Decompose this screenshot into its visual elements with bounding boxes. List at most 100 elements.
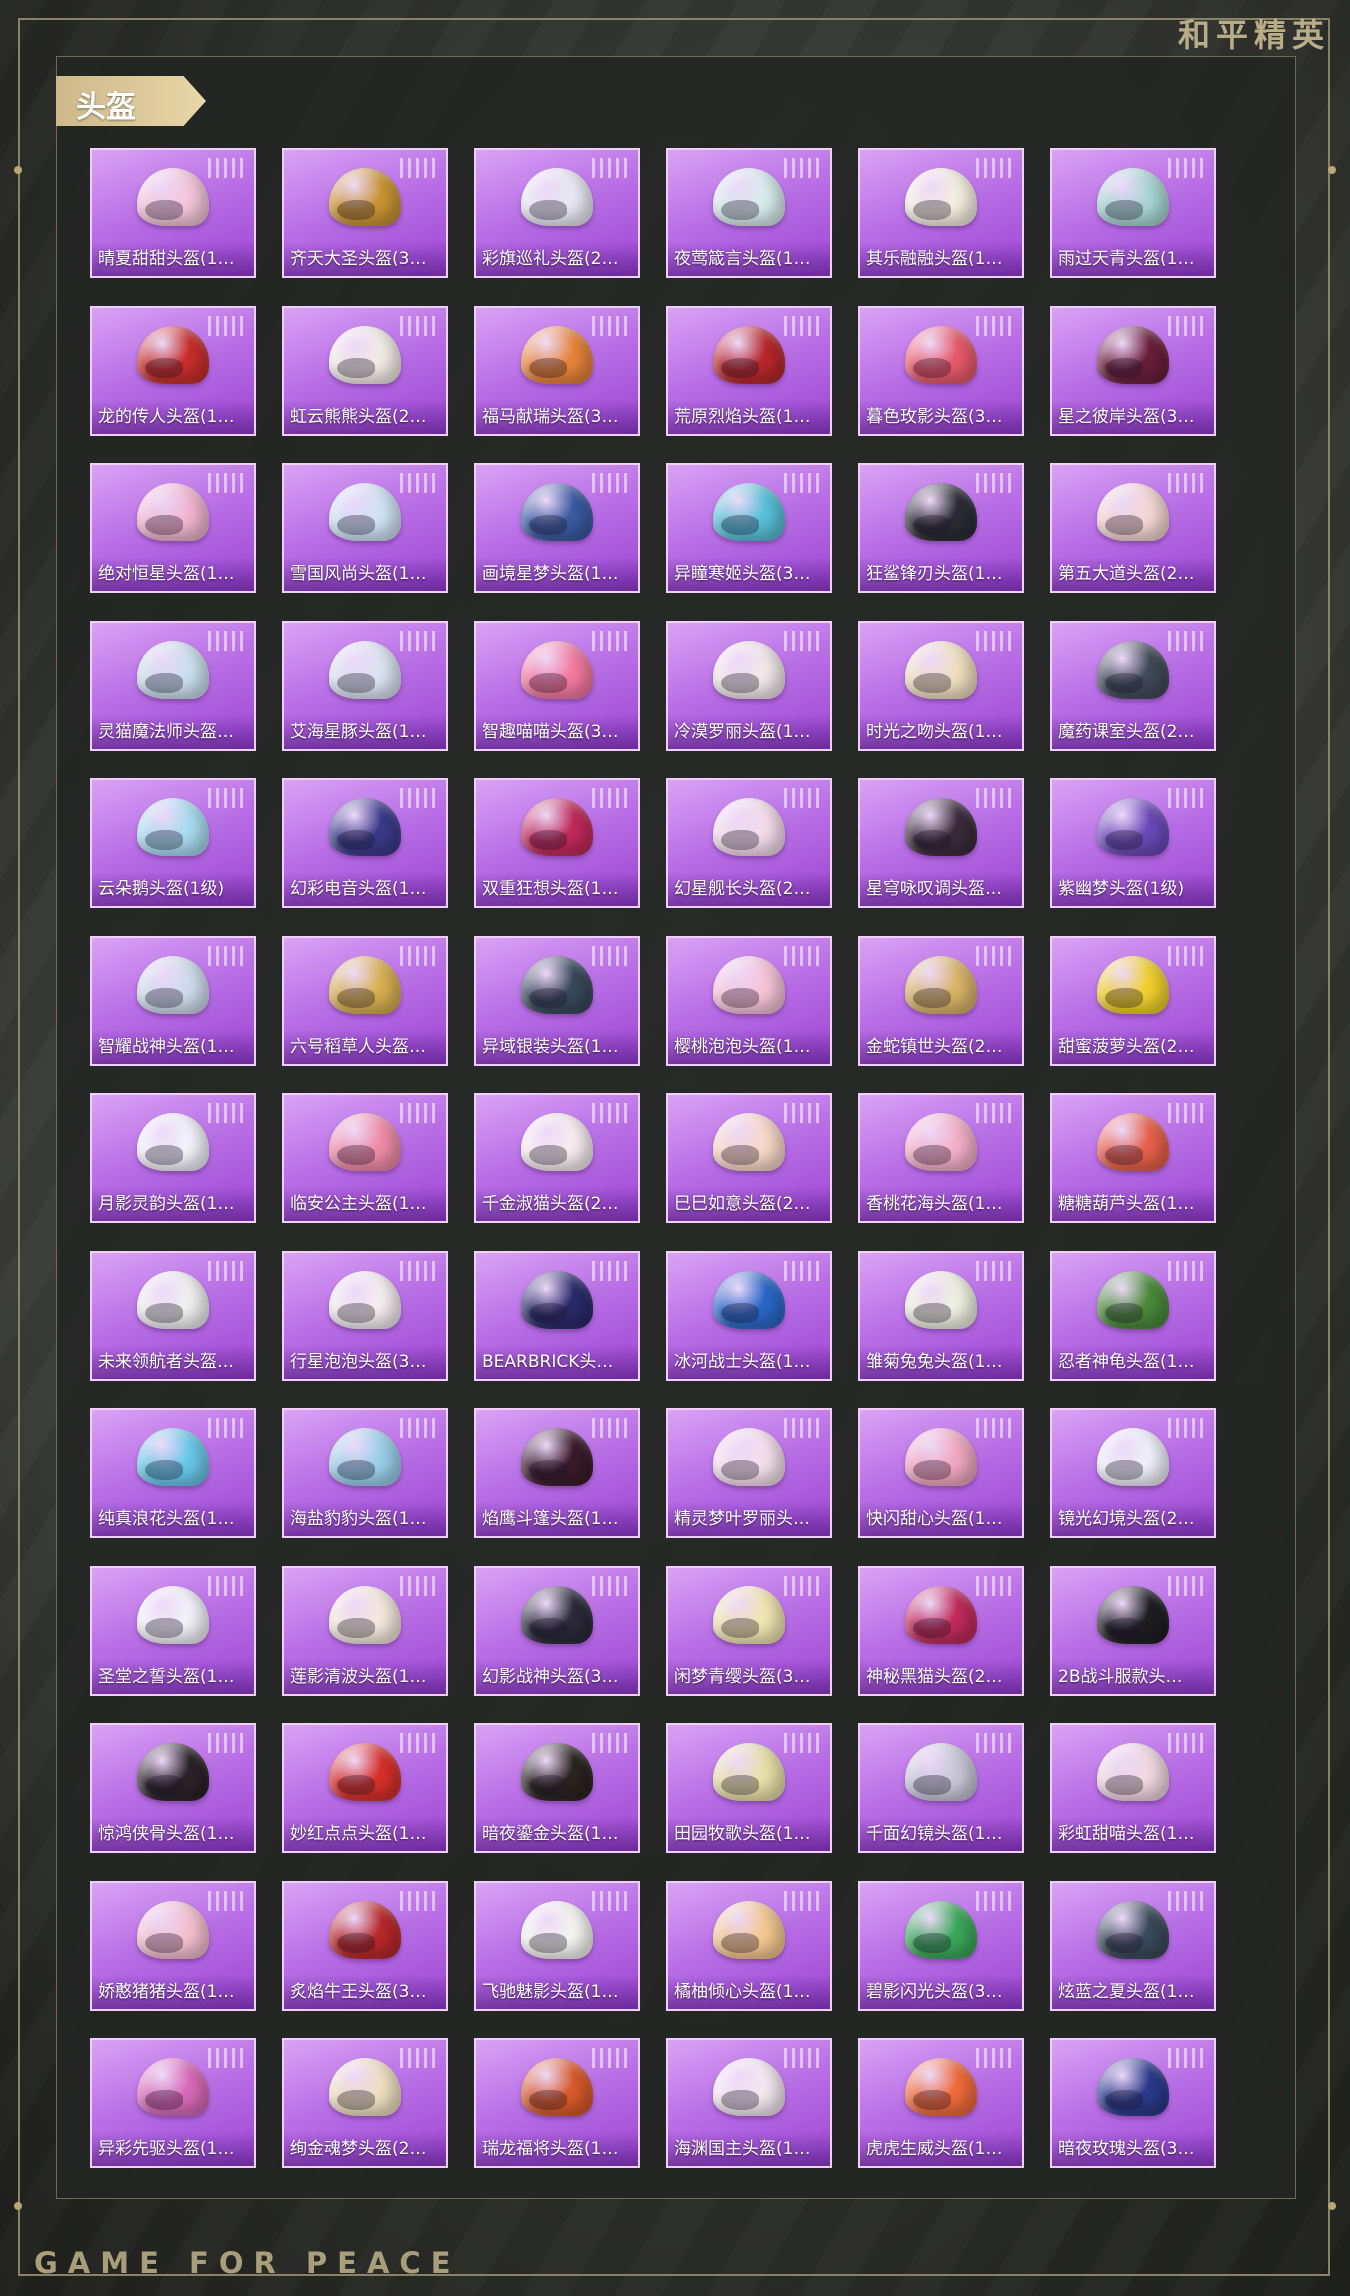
helmet-icon (905, 955, 977, 1014)
helmet-card[interactable]: 云朵鹅头盔(1级) (90, 778, 256, 908)
helmet-card[interactable]: 精灵梦叶罗丽头… (666, 1408, 832, 1538)
helmet-card[interactable]: 绝对恒星头盔(1… (90, 463, 256, 593)
helmet-card[interactable]: 田园牧歌头盔(1… (666, 1723, 832, 1853)
helmet-card[interactable]: 异域银装头盔(1… (474, 935, 640, 1066)
helmet-card[interactable]: 千面幻镜头盔(1… (858, 1723, 1024, 1853)
helmet-card[interactable]: BEARBRICK头… (474, 1250, 640, 1381)
helmet-card[interactable]: 画境星梦头盔(1… (474, 463, 640, 593)
rarity-stripes (976, 630, 1012, 651)
helmet-card[interactable]: 炫蓝之夏头盔(1… (1050, 1880, 1216, 2011)
helmet-card[interactable]: 金蛇镇世头盔(2… (858, 935, 1024, 1066)
helmet-card[interactable]: 暗夜鎏金头盔(1… (474, 1723, 640, 1853)
helmet-card[interactable]: 莲影清波头盔(1… (282, 1565, 448, 1696)
helmet-card[interactable]: 异瞳寒姬头盔(3… (666, 463, 832, 593)
helmet-card[interactable]: 其乐融融头盔(1… (858, 148, 1024, 278)
helmet-card[interactable]: 艾海星豚头盔(1… (282, 620, 448, 751)
helmet-card[interactable]: 龙的传人头盔(1… (90, 305, 256, 436)
helmet-card[interactable]: 行星泡泡头盔(3… (282, 1250, 448, 1381)
helmet-card[interactable]: 焰鹰斗篷头盔(1… (474, 1408, 640, 1538)
helmet-card[interactable]: 海盐豹豹头盔(1… (282, 1408, 448, 1538)
helmet-card[interactable]: 碧影闪光头盔(3… (858, 1880, 1024, 2011)
helmet-card[interactable]: 纯真浪花头盔(1… (90, 1408, 256, 1538)
helmet-card[interactable]: 海渊国主头盔(1… (666, 2038, 832, 2168)
helmet-card[interactable]: 未来领航者头盔… (90, 1250, 256, 1381)
helmet-icon (1097, 2058, 1169, 2116)
helmet-card[interactable]: 冰河战士头盔(1… (666, 1250, 832, 1381)
helmet-name: 碧影闪光头盔(3… (860, 1974, 1022, 2009)
helmet-icon (329, 325, 401, 384)
helmet-card[interactable]: 雪国风尚头盔(1… (282, 463, 448, 593)
helmet-card[interactable]: 瑞龙福将头盔(1… (474, 2038, 640, 2168)
helmet-card[interactable]: 六号稻草人头盔… (282, 935, 448, 1066)
helmet-card[interactable]: 暮色玫影头盔(3… (858, 305, 1024, 436)
helmet-card[interactable]: 幻彩电音头盔(1… (282, 778, 448, 908)
helmet-card[interactable]: 虎虎生威头盔(1… (858, 2038, 1024, 2168)
helmet-card[interactable]: 惊鸿侠骨头盔(1… (90, 1723, 256, 1853)
rarity-stripes (400, 630, 436, 651)
rarity-stripes (208, 1418, 244, 1438)
helmet-card[interactable]: 神秘黑猫头盔(2… (858, 1565, 1024, 1696)
helmet-card[interactable]: 智趣喵喵头盔(3… (474, 620, 640, 751)
rarity-stripes (400, 473, 436, 493)
helmet-card[interactable]: 双重狂想头盔(1… (474, 778, 640, 908)
helmet-card[interactable]: 临安公主头盔(1… (282, 1093, 448, 1223)
frame-dot-bottom-left (14, 2202, 22, 2210)
helmet-card[interactable]: 雨过天青头盔(1… (1050, 148, 1216, 278)
helmet-card[interactable]: 时光之吻头盔(1… (858, 620, 1024, 751)
helmet-card[interactable]: 冷漠罗丽头盔(1… (666, 620, 832, 751)
helmet-card[interactable]: 忍者神龟头盔(1… (1050, 1250, 1216, 1381)
helmet-card[interactable]: 绚金魂梦头盔(2… (282, 2038, 448, 2168)
helmet-card[interactable]: 2B战斗服款头… (1050, 1565, 1216, 1696)
helmet-card[interactable]: 晴夏甜甜头盔(1… (90, 148, 256, 278)
helmet-card[interactable]: 彩旗巡礼头盔(2… (474, 148, 640, 278)
rarity-stripes (784, 1890, 820, 1911)
rarity-stripes (976, 315, 1012, 336)
section-tag: 头盔 (56, 76, 206, 126)
rarity-stripes (1168, 945, 1204, 966)
helmet-icon (713, 168, 785, 226)
helmet-card[interactable]: 巳巳如意头盔(2… (666, 1093, 832, 1223)
helmet-card[interactable]: 幻影战神头盔(3… (474, 1565, 640, 1696)
helmet-card[interactable]: 月影灵韵头盔(1… (90, 1093, 256, 1223)
helmet-card[interactable]: 彩虹甜喵头盔(1… (1050, 1723, 1216, 1853)
helmet-card[interactable]: 香桃花海头盔(1… (858, 1093, 1024, 1223)
helmet-card[interactable]: 福马献瑞头盔(3… (474, 305, 640, 436)
helmet-card[interactable]: 炙焰牛王头盔(3… (282, 1880, 448, 2011)
helmet-name: 智趣喵喵头盔(3… (476, 714, 638, 749)
helmet-card[interactable]: 闲梦青缨头盔(3… (666, 1565, 832, 1696)
helmet-card[interactable]: 飞驰魅影头盔(1… (474, 1880, 640, 2011)
helmet-card[interactable]: 智耀战神头盔(1… (90, 935, 256, 1066)
helmet-card[interactable]: 星穹咏叹调头盔… (858, 778, 1024, 908)
helmet-card[interactable]: 齐天大圣头盔(3… (282, 148, 448, 278)
helmet-card[interactable]: 快闪甜心头盔(1… (858, 1408, 1024, 1538)
helmet-card[interactable]: 狂鲨锋刃头盔(1… (858, 463, 1024, 593)
helmet-card[interactable]: 灵猫魔法师头盔… (90, 620, 256, 751)
helmet-card[interactable]: 娇憨猪猪头盔(1… (90, 1880, 256, 2011)
helmet-card[interactable]: 千金淑猫头盔(2… (474, 1093, 640, 1223)
frame-dot-left (14, 166, 22, 174)
helmet-card[interactable]: 甜蜜菠萝头盔(2… (1050, 935, 1216, 1066)
helmet-name: 艾海星豚头盔(1… (284, 714, 446, 749)
rarity-stripes (976, 473, 1012, 493)
helmet-card[interactable]: 虹云熊熊头盔(2… (282, 305, 448, 436)
helmet-card[interactable]: 幻星舰长头盔(2… (666, 778, 832, 908)
helmet-card[interactable]: 橘柚倾心头盔(1… (666, 1880, 832, 2011)
helmet-card[interactable]: 镜光幻境头盔(2… (1050, 1408, 1216, 1538)
helmet-card[interactable]: 紫幽梦头盔(1级) (1050, 778, 1216, 908)
helmet-card[interactable]: 糖糖葫芦头盔(1… (1050, 1093, 1216, 1223)
helmet-card[interactable]: 夜莺箴言头盔(1… (666, 148, 832, 278)
rarity-stripes (592, 945, 628, 966)
helmet-card[interactable]: 雏菊兔兔头盔(1… (858, 1250, 1024, 1381)
helmet-name: 星穹咏叹调头盔… (860, 872, 1022, 906)
helmet-card[interactable]: 异彩先驱头盔(1… (90, 2038, 256, 2168)
helmet-card[interactable]: 第五大道头盔(2… (1050, 463, 1216, 593)
helmet-card[interactable]: 星之彼岸头盔(3… (1050, 305, 1216, 436)
helmet-card[interactable]: 荒原烈焰头盔(1… (666, 305, 832, 436)
helmet-card[interactable]: 魔药课室头盔(2… (1050, 620, 1216, 751)
helmet-card[interactable]: 樱桃泡泡头盔(1… (666, 935, 832, 1066)
helmet-card[interactable]: 妙红点点头盔(1… (282, 1723, 448, 1853)
helmet-icon (905, 483, 977, 541)
helmet-card[interactable]: 暗夜玫瑰头盔(3… (1050, 2038, 1216, 2168)
helmet-card[interactable]: 圣堂之誓头盔(1… (90, 1565, 256, 1696)
helmet-icon (1097, 1900, 1169, 1959)
